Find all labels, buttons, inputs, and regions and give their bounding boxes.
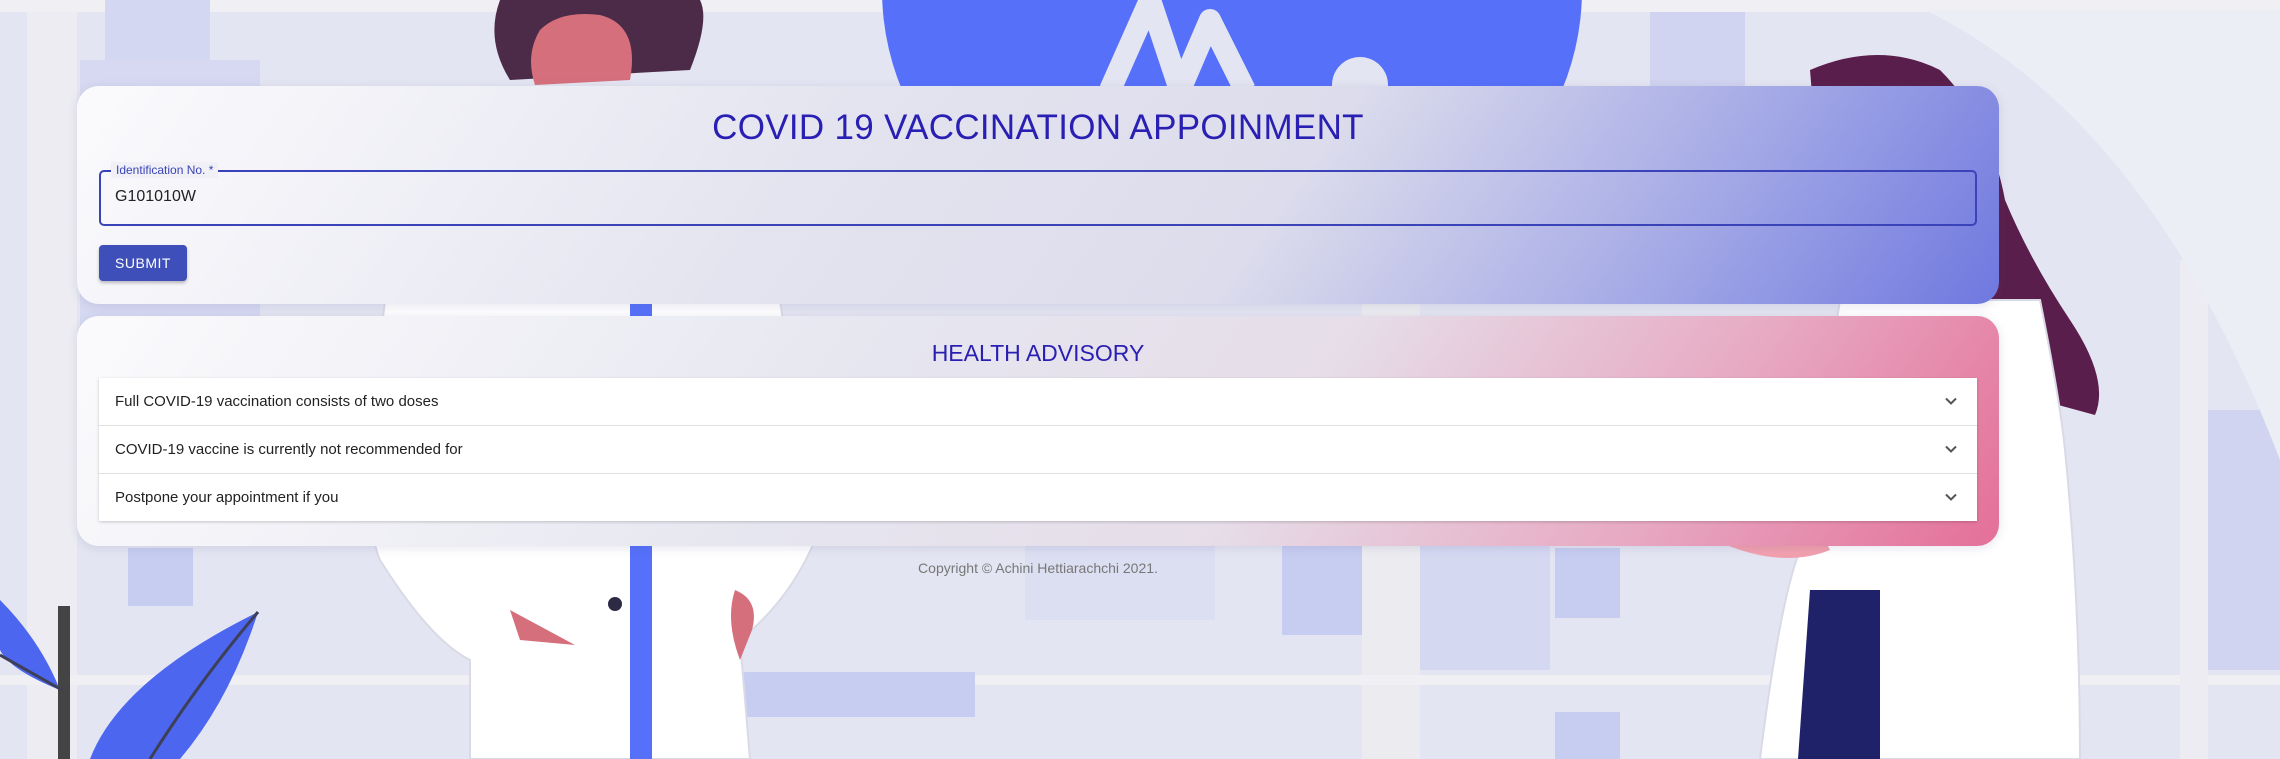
chevron-down-icon[interactable] [1943, 393, 1959, 409]
appointment-card: COVID 19 VACCINATION APPOINMENT Identifi… [77, 86, 1999, 304]
advisory-accordion: Full COVID-19 vaccination consists of tw… [99, 378, 1977, 521]
accordion-item-label: Full COVID-19 vaccination consists of tw… [115, 393, 439, 410]
page-title: COVID 19 VACCINATION APPOINMENT [712, 108, 1364, 147]
accordion-item-doses[interactable]: Full COVID-19 vaccination consists of tw… [99, 378, 1977, 426]
accordion-item-not-recommended[interactable]: COVID-19 vaccine is currently not recomm… [99, 426, 1977, 474]
chevron-down-icon[interactable] [1943, 441, 1959, 457]
chevron-down-icon[interactable] [1943, 489, 1959, 505]
identification-input[interactable] [113, 172, 1898, 222]
accordion-item-postpone[interactable]: Postpone your appointment if you [99, 474, 1977, 521]
accordion-item-label: Postpone your appointment if you [115, 489, 339, 506]
identification-field[interactable]: Identification No. * [99, 162, 1977, 226]
health-advisory-card: HEALTH ADVISORY Full COVID-19 vaccinatio… [77, 316, 1999, 546]
copyright-footer: Copyright © Achini Hettiarachchi 2021. [918, 560, 1158, 576]
accordion-item-label: COVID-19 vaccine is currently not recomm… [115, 441, 463, 458]
health-advisory-title: HEALTH ADVISORY [931, 340, 1145, 366]
submit-button[interactable]: SUBMIT [99, 245, 187, 281]
